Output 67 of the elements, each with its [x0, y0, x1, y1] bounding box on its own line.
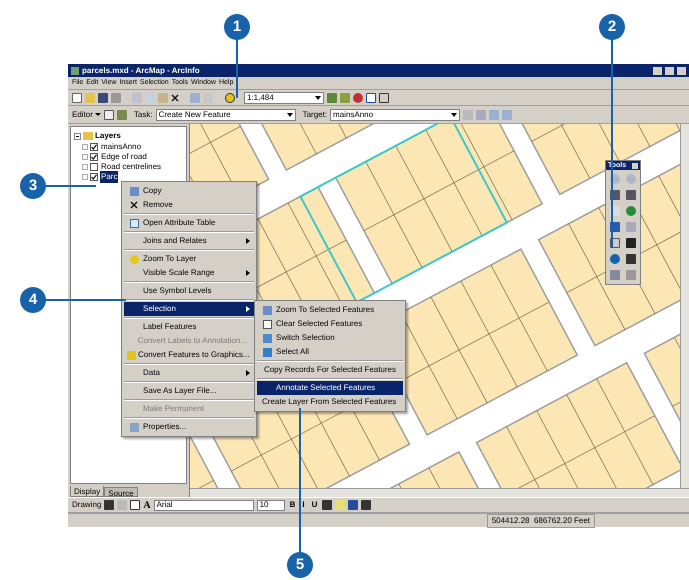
layer-checkbox[interactable]	[90, 163, 98, 171]
delete-icon[interactable]	[171, 94, 179, 102]
menu-item[interactable]: Zoom To Selected Features	[257, 303, 403, 317]
dropdown-arrow-icon	[94, 113, 101, 116]
menu-item[interactable]: Data	[124, 366, 254, 380]
menu-item[interactable]: Label Features	[124, 320, 254, 334]
scale-field[interactable]: 1:1,484	[244, 92, 324, 104]
callout-number: 5	[287, 552, 313, 578]
submenu-arrow-icon	[246, 270, 250, 276]
menu-item[interactable]: Remove	[124, 198, 254, 212]
submenu-arrow-icon	[246, 238, 250, 244]
layer-name[interactable]: Parc	[100, 171, 118, 183]
menu-item[interactable]: Convert Features to Graphics...	[124, 348, 254, 362]
layer-checkbox[interactable]	[90, 153, 98, 161]
layer-checkbox[interactable]	[90, 173, 98, 181]
task-field[interactable]: Create New Feature	[156, 108, 296, 120]
menu-item[interactable]: Copy	[124, 184, 254, 198]
menu-item[interactable]: Save As Layer File...	[124, 384, 254, 398]
layer-name[interactable]: mainsAnno	[100, 141, 142, 153]
menu-item[interactable]: Selection	[124, 302, 254, 316]
menu-item[interactable]: Annotate Selected Features	[257, 381, 403, 395]
menu-item[interactable]: Select All	[257, 345, 403, 359]
format-button[interactable]: I	[300, 499, 307, 511]
rectangle-icon[interactable]	[130, 500, 140, 510]
horizontal-scrollbar[interactable]	[190, 488, 689, 497]
menu-item[interactable]: Open Attribute Table	[124, 216, 254, 230]
menu-item[interactable]: Use Symbol Levels	[124, 284, 254, 298]
submenu-arrow-icon	[246, 370, 250, 376]
toc-tab[interactable]: Display	[70, 486, 104, 497]
window-title: parcels.mxd - ArcMap - ArcInfo	[82, 64, 201, 76]
status-coordinates: 504412.28 686762.20 Feet	[486, 514, 595, 528]
callout-line	[46, 185, 96, 187]
menu-item[interactable]: Properties...	[124, 420, 254, 434]
dropdown-arrow-icon	[315, 96, 321, 100]
layer-checkbox[interactable]	[90, 143, 98, 151]
callout-number: 1	[224, 14, 250, 40]
callout-number: 4	[20, 287, 46, 313]
format-button[interactable]: B	[288, 499, 298, 511]
layer-name[interactable]: Road centrelines	[100, 161, 162, 173]
callout-number: 2	[599, 14, 625, 40]
editor-menu[interactable]: Editor	[72, 108, 101, 120]
dropdown-arrow-icon	[451, 112, 458, 116]
menu-item[interactable]: Copy Records For Selected Features	[257, 363, 403, 377]
menu-item[interactable]: Zoom To Layer	[124, 252, 254, 266]
vertical-scrollbar[interactable]	[680, 124, 689, 488]
check-icon	[91, 174, 97, 180]
text-tool[interactable]: A	[143, 498, 151, 512]
target-label: Target:	[302, 108, 328, 120]
toc-tab[interactable]: Source	[104, 487, 138, 497]
toc-root-label[interactable]: Layers	[95, 130, 121, 142]
layer-name[interactable]: Edge of road	[100, 151, 148, 163]
callout-number: 3	[20, 173, 46, 199]
menu-item[interactable]: Visible Scale Range	[124, 266, 254, 280]
target-field[interactable]: mainsAnno	[330, 108, 460, 120]
submenu-arrow-icon	[246, 306, 250, 312]
callout-line	[236, 40, 238, 98]
font-field[interactable]: Arial	[154, 500, 254, 510]
font-size-field[interactable]: 10	[256, 500, 285, 510]
task-label: Task:	[134, 108, 153, 120]
dropdown-arrow-icon	[286, 112, 293, 116]
menu-item[interactable]: Create Layer From Selected Features	[257, 395, 403, 409]
menu-item[interactable]: Clear Selected Features	[257, 317, 403, 331]
collapse-icon[interactable]	[74, 132, 81, 140]
menu-item[interactable]: Switch Selection	[257, 331, 403, 345]
drawing-menu[interactable]: Drawing	[72, 499, 102, 511]
format-button[interactable]: U	[310, 499, 320, 511]
menu-item[interactable]: Joins and Relates	[124, 234, 254, 248]
